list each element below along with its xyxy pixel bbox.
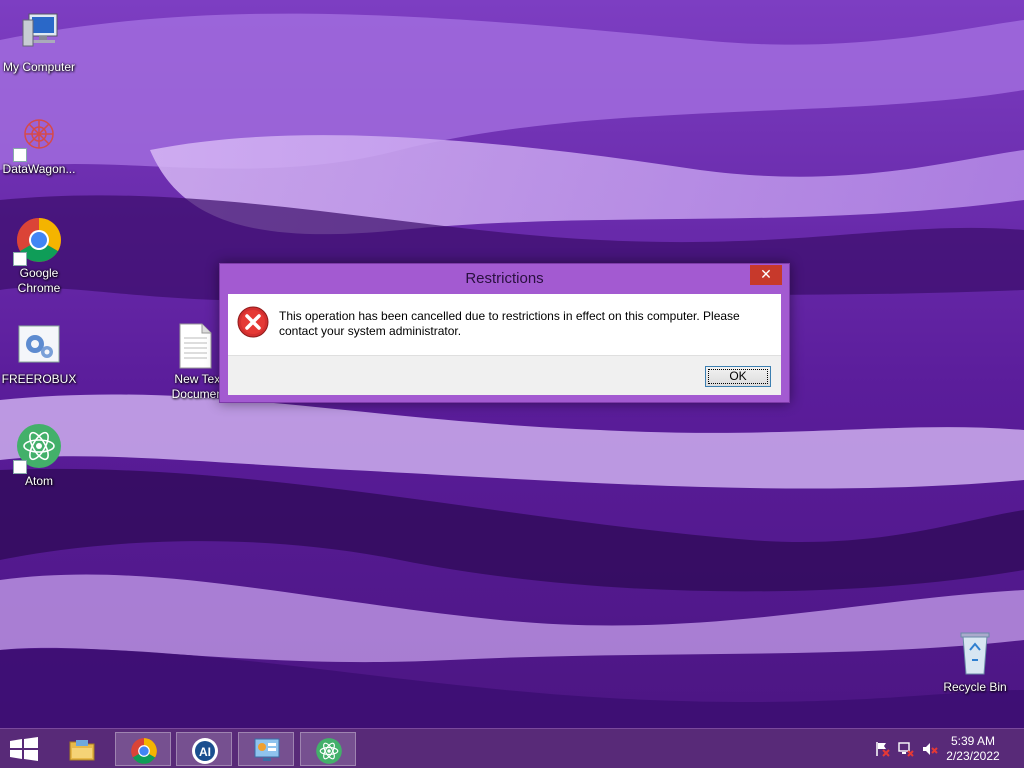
desktop-icon-label: Recycle Bin	[943, 680, 1007, 694]
settings-gear-icon	[15, 322, 63, 370]
desktop-icon-my-computer[interactable]: My Computer	[0, 10, 81, 75]
atom-icon	[13, 424, 63, 474]
ok-button[interactable]: OK	[705, 366, 771, 387]
shortcut-arrow-icon	[13, 148, 27, 162]
taskbar-control-panel[interactable]	[238, 732, 294, 766]
taskbar-file-explorer[interactable]	[54, 732, 110, 766]
atom-icon	[316, 738, 342, 764]
error-icon	[237, 306, 269, 338]
file-explorer-icon	[69, 740, 95, 761]
desktop-icon-google-chrome[interactable]: Google Chrome	[0, 216, 81, 296]
close-button[interactable]: ✕	[750, 265, 782, 285]
dialog-body: This operation has been cancelled due to…	[228, 294, 781, 355]
volume-muted-icon[interactable]	[922, 741, 938, 757]
ai-app-icon: AI	[192, 738, 218, 764]
svg-text:AI: AI	[199, 745, 211, 759]
desktop-icon-recycle-bin[interactable]: Recycle Bin	[933, 630, 1017, 695]
taskbar-atom[interactable]	[300, 732, 356, 766]
shortcut-arrow-icon	[13, 252, 27, 266]
desktop-icon-datawagon[interactable]: DataWagon...	[0, 112, 81, 177]
dialog-footer: OK	[228, 355, 781, 395]
clock-date: 2/23/2022	[946, 749, 1000, 763]
taskbar-clock[interactable]: 5:39 AM 2/23/2022	[938, 734, 1008, 764]
recycle-bin-icon	[951, 630, 999, 678]
shortcut-arrow-icon	[13, 460, 27, 474]
taskbar-ai-app[interactable]: AI	[176, 732, 232, 766]
windows-start-icon[interactable]	[8, 737, 40, 761]
network-icon[interactable]	[898, 741, 914, 757]
clock-time: 5:39 AM	[950, 734, 996, 748]
desktop-icon-atom[interactable]: Atom	[0, 424, 81, 489]
computer-icon	[15, 10, 63, 58]
chrome-icon	[13, 216, 63, 266]
taskbar: AI 5:39 AM 2/23/2022	[0, 728, 1024, 768]
dialog-title: Restrictions	[465, 270, 544, 287]
datawagon-icon	[13, 112, 63, 162]
desktop-icon-label: My Computer	[2, 60, 76, 74]
desktop-icon-label: FREEROBUX	[1, 372, 77, 386]
desktop-icon-label: Atom	[24, 474, 53, 488]
restrictions-dialog: Restrictions ✕ This operation has been c…	[219, 263, 790, 403]
desktop-icon-freerobux[interactable]: FREEROBUX	[0, 322, 81, 387]
dialog-message: This operation has been cancelled due to…	[279, 309, 740, 338]
text-document-icon	[171, 322, 219, 370]
action-center-flag-icon[interactable]	[874, 741, 890, 757]
control-panel-icon	[254, 738, 280, 761]
desktop-icon-label: DataWagon...	[2, 162, 76, 176]
desktop-icon-label: Google Chrome	[17, 266, 61, 295]
taskbar-chrome[interactable]	[115, 732, 171, 766]
chrome-icon	[131, 738, 157, 764]
